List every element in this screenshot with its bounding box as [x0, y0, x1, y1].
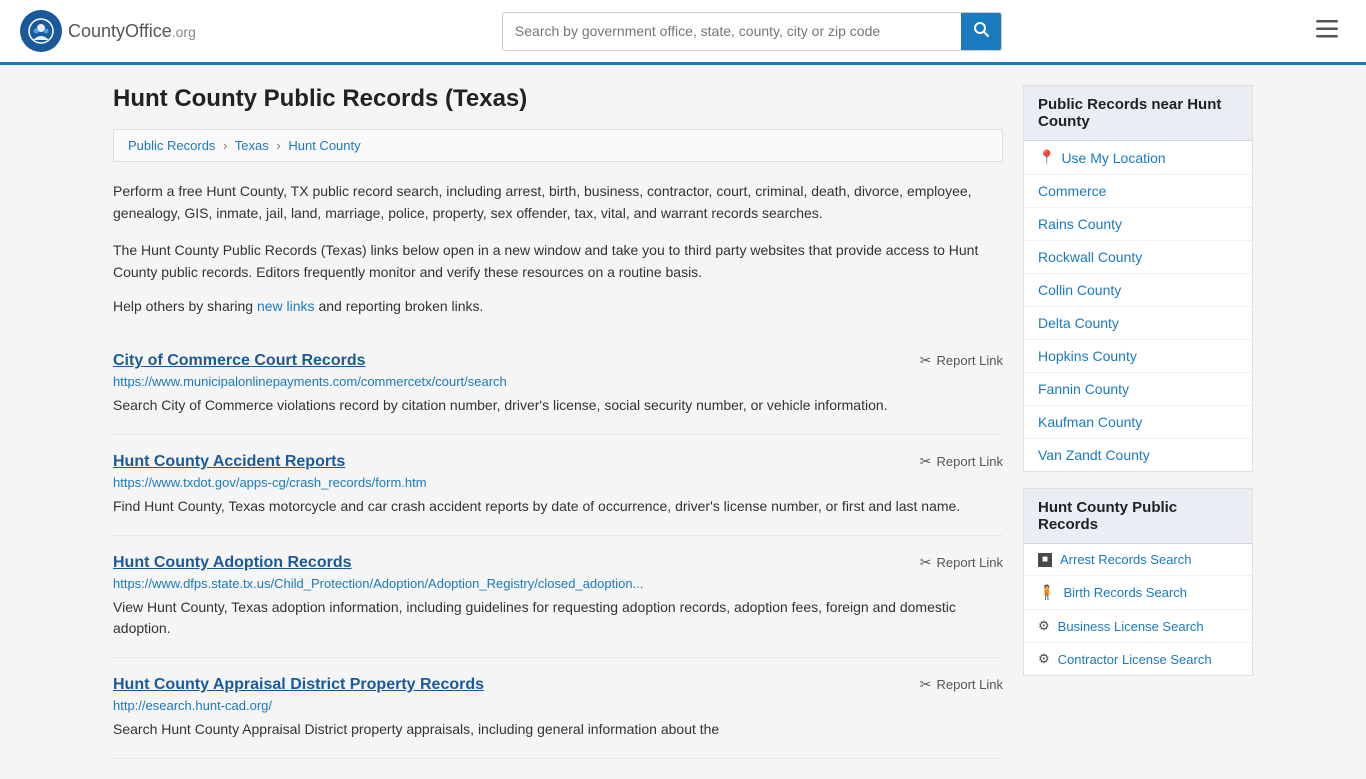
sidebar-item-kaufman[interactable]: Kaufman County: [1024, 406, 1252, 439]
breadcrumb-hunt-county[interactable]: Hunt County: [288, 138, 360, 153]
search-button[interactable]: [961, 13, 1001, 50]
share-text: Help others by sharing new links and rep…: [113, 298, 1003, 314]
breadcrumb: Public Records › Texas › Hunt County: [113, 129, 1003, 162]
record-title[interactable]: Hunt County Appraisal District Property …: [113, 676, 484, 694]
business-license-link[interactable]: Business License Search: [1058, 619, 1204, 634]
report-link[interactable]: ✂ Report Link: [920, 676, 1003, 693]
record-desc: Find Hunt County, Texas motorcycle and c…: [113, 496, 1003, 517]
nearby-link-kaufman[interactable]: Kaufman County: [1038, 414, 1142, 430]
nearby-link-collin[interactable]: Collin County: [1038, 282, 1121, 298]
record-desc: View Hunt County, Texas adoption informa…: [113, 597, 1003, 639]
birth-icon: 🧍: [1038, 584, 1055, 601]
report-icon: ✂: [920, 453, 932, 470]
records-list: City of Commerce Court Records ✂ Report …: [113, 334, 1003, 759]
record-desc: Search Hunt County Appraisal District pr…: [113, 719, 1003, 740]
page-title: Hunt County Public Records (Texas): [113, 85, 1003, 113]
record-desc: Search City of Commerce violations recor…: [113, 395, 1003, 416]
logo-area: CountyOffice.org: [20, 10, 196, 52]
header: CountyOffice.org: [0, 0, 1366, 65]
location-pin-icon: 📍: [1038, 149, 1055, 166]
sidebar-item-hopkins[interactable]: Hopkins County: [1024, 340, 1252, 373]
record-title[interactable]: Hunt County Adoption Records: [113, 554, 352, 572]
logo-org: .org: [172, 24, 196, 40]
sidebar-item-vanzandt[interactable]: Van Zandt County: [1024, 439, 1252, 471]
new-links-link[interactable]: new links: [257, 298, 315, 314]
use-my-location-link[interactable]: Use My Location: [1061, 150, 1165, 166]
search-bar: [502, 12, 1002, 51]
report-icon: ✂: [920, 676, 932, 693]
main-container: Hunt County Public Records (Texas) Publi…: [93, 65, 1273, 779]
sidebar-contractor-license[interactable]: ⚙ Contractor License Search: [1024, 643, 1252, 675]
search-input[interactable]: [503, 15, 961, 47]
nearby-link-hopkins[interactable]: Hopkins County: [1038, 348, 1137, 364]
record-entry: Hunt County Appraisal District Property …: [113, 658, 1003, 759]
hunt-records-section: Hunt County Public Records ■ Arrest Reco…: [1023, 488, 1253, 676]
nearby-header: Public Records near Hunt County: [1024, 86, 1252, 141]
sidebar-item-fannin[interactable]: Fannin County: [1024, 373, 1252, 406]
record-url[interactable]: https://www.dfps.state.tx.us/Child_Prote…: [113, 576, 1003, 591]
record-title[interactable]: City of Commerce Court Records: [113, 352, 366, 370]
business-icon: ⚙: [1038, 618, 1050, 634]
record-entry: Hunt County Accident Reports ✂ Report Li…: [113, 435, 1003, 536]
sidebar-item-delta[interactable]: Delta County: [1024, 307, 1252, 340]
hunt-records-header: Hunt County Public Records: [1024, 489, 1252, 544]
sidebar-item-rockwall[interactable]: Rockwall County: [1024, 241, 1252, 274]
record-entry: Hunt County Adoption Records ✂ Report Li…: [113, 536, 1003, 658]
arrest-icon: ■: [1038, 553, 1052, 567]
content-area: Hunt County Public Records (Texas) Publi…: [113, 85, 1003, 759]
use-my-location-item[interactable]: 📍 Use My Location: [1024, 141, 1252, 175]
sidebar-business-license[interactable]: ⚙ Business License Search: [1024, 610, 1252, 643]
sidebar: Public Records near Hunt County 📍 Use My…: [1023, 85, 1253, 759]
sidebar-item-commerce[interactable]: Commerce: [1024, 175, 1252, 208]
nearby-link-rockwall[interactable]: Rockwall County: [1038, 249, 1142, 265]
record-url[interactable]: https://www.municipalonlinepayments.com/…: [113, 374, 1003, 389]
intro-paragraph-1: Perform a free Hunt County, TX public re…: [113, 180, 1003, 225]
arrest-records-link[interactable]: Arrest Records Search: [1060, 552, 1192, 567]
logo-icon: [20, 10, 62, 52]
report-link[interactable]: ✂ Report Link: [920, 554, 1003, 571]
nearby-link-delta[interactable]: Delta County: [1038, 315, 1119, 331]
birth-records-link[interactable]: Birth Records Search: [1063, 585, 1187, 600]
nearby-link-commerce[interactable]: Commerce: [1038, 183, 1106, 199]
report-link[interactable]: ✂ Report Link: [920, 453, 1003, 470]
logo-text: CountyOffice.org: [68, 21, 196, 42]
contractor-icon: ⚙: [1038, 651, 1050, 667]
nearby-section: Public Records near Hunt County 📍 Use My…: [1023, 85, 1253, 472]
breadcrumb-texas[interactable]: Texas: [235, 138, 269, 153]
nearby-link-fannin[interactable]: Fannin County: [1038, 381, 1129, 397]
record-url[interactable]: https://www.txdot.gov/apps-cg/crash_reco…: [113, 475, 1003, 490]
contractor-license-link[interactable]: Contractor License Search: [1058, 652, 1212, 667]
logo-name: CountyOffice: [68, 21, 172, 41]
report-icon: ✂: [920, 554, 932, 571]
sidebar-item-rains[interactable]: Rains County: [1024, 208, 1252, 241]
sidebar-arrest-records[interactable]: ■ Arrest Records Search: [1024, 544, 1252, 576]
breadcrumb-public-records[interactable]: Public Records: [128, 138, 215, 153]
sidebar-item-collin[interactable]: Collin County: [1024, 274, 1252, 307]
record-url[interactable]: http://esearch.hunt-cad.org/: [113, 698, 1003, 713]
intro-paragraph-2: The Hunt County Public Records (Texas) l…: [113, 239, 1003, 284]
nearby-link-rains[interactable]: Rains County: [1038, 216, 1122, 232]
report-icon: ✂: [920, 352, 932, 369]
sidebar-birth-records[interactable]: 🧍 Birth Records Search: [1024, 576, 1252, 610]
record-title[interactable]: Hunt County Accident Reports: [113, 453, 345, 471]
record-entry: City of Commerce Court Records ✂ Report …: [113, 334, 1003, 435]
report-link[interactable]: ✂ Report Link: [920, 352, 1003, 369]
nearby-link-vanzandt[interactable]: Van Zandt County: [1038, 447, 1150, 463]
menu-button[interactable]: [1308, 14, 1346, 48]
